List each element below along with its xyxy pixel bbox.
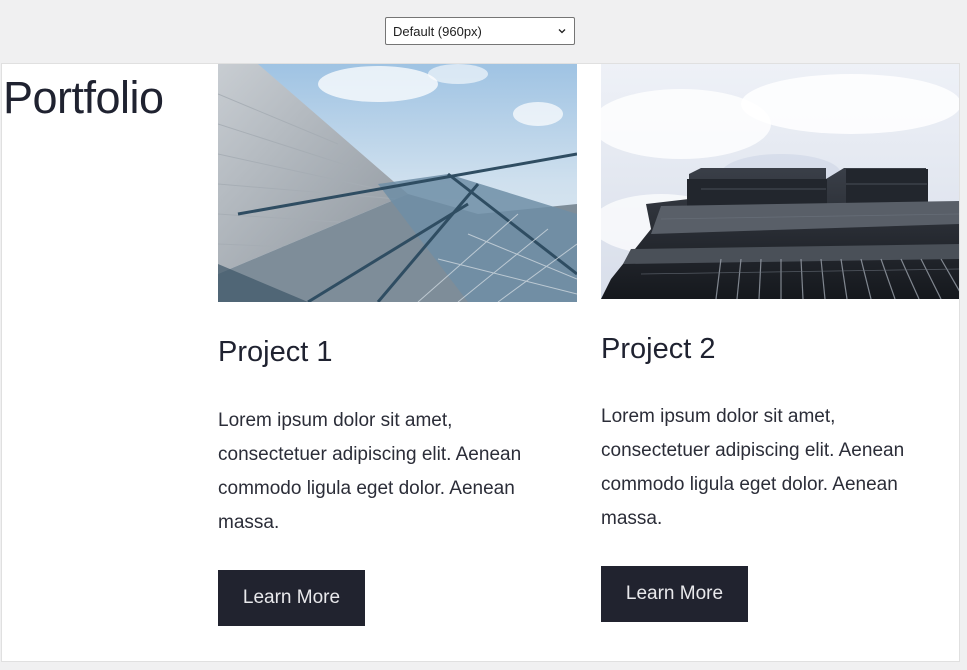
project-2-title: Project 2 [601, 333, 716, 365]
project-1-title: Project 1 [218, 336, 333, 368]
page-title: Portfolio [3, 72, 164, 123]
project-card-2: Project 2 Lorem ipsum dolor sit amet, co… [601, 64, 959, 622]
project-2-image [601, 64, 959, 299]
project-card-1: Project 1 Lorem ipsum dolor sit amet, co… [218, 64, 577, 626]
project-1-description: Lorem ipsum dolor sit amet, consectetuer… [218, 410, 522, 533]
chevron-down-icon [558, 29, 566, 34]
project-1-image [218, 64, 577, 302]
page-preview-canvas: Portfolio Project 1 Lorem ipsum dolor si… [1, 63, 960, 662]
viewport-size-value: Default (960px) [393, 23, 482, 39]
viewport-size-select[interactable]: Default (960px) [385, 17, 575, 45]
project-2-description: Lorem ipsum dolor sit amet, consectetuer… [601, 406, 905, 529]
project-1-learn-more-button[interactable]: Learn More [218, 570, 365, 626]
editor-toolbar: Default (960px) [0, 0, 967, 63]
project-2-learn-more-button[interactable]: Learn More [601, 566, 748, 622]
